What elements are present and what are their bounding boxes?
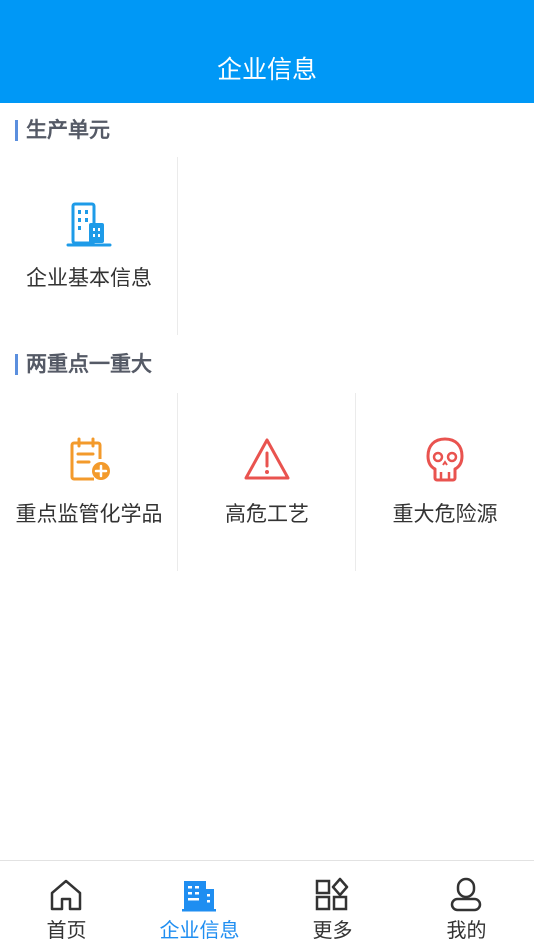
grid-divider (177, 157, 178, 335)
clipboard-add-icon (64, 435, 114, 485)
grid-item-major-hazard-source[interactable]: 重大危险源 (356, 393, 534, 571)
enterprise-icon (181, 877, 217, 913)
key-hazards-grid: 重点监管化学品 高危工艺 重大危险源 (0, 393, 534, 571)
tab-label: 首页 (46, 918, 87, 942)
app-header: 企业信息 (0, 0, 534, 103)
section-title: 两重点一重大 (26, 352, 152, 376)
tab-mine[interactable]: 我的 (400, 861, 533, 950)
bottom-tab-bar: 首页 企业信息 更多 我的 (0, 860, 534, 950)
building-icon (64, 199, 114, 249)
page-title: 企业信息 (216, 55, 317, 84)
grid-item-label: 企业基本信息 (26, 266, 152, 290)
grid-item-high-risk-process[interactable]: 高危工艺 (178, 393, 356, 571)
tab-label: 更多 (312, 918, 353, 942)
tab-enterprise-info[interactable]: 企业信息 (133, 861, 266, 950)
tab-home[interactable]: 首页 (0, 861, 133, 950)
grid-more-icon (314, 877, 350, 913)
grid-item-label: 重大危险源 (392, 502, 498, 526)
tab-label: 企业信息 (159, 918, 240, 942)
tab-label: 我的 (446, 918, 487, 942)
section-header-production-unit: 生产单元 (0, 113, 534, 147)
home-icon (48, 877, 84, 913)
skull-icon (420, 435, 470, 485)
user-icon (448, 877, 484, 913)
grid-item-label: 高危工艺 (225, 502, 309, 526)
section-accent-bar (15, 354, 18, 375)
section-accent-bar (15, 120, 18, 141)
tab-more[interactable]: 更多 (266, 861, 399, 950)
warning-triangle-icon (242, 435, 292, 485)
grid-item-key-chemicals[interactable]: 重点监管化学品 (0, 393, 178, 571)
grid-item-enterprise-basic-info[interactable]: 企业基本信息 (0, 157, 178, 335)
grid-item-label: 重点监管化学品 (15, 502, 163, 526)
section-header-key-hazards: 两重点一重大 (0, 347, 534, 381)
production-unit-grid: 企业基本信息 (0, 157, 534, 335)
section-title: 生产单元 (26, 118, 110, 142)
